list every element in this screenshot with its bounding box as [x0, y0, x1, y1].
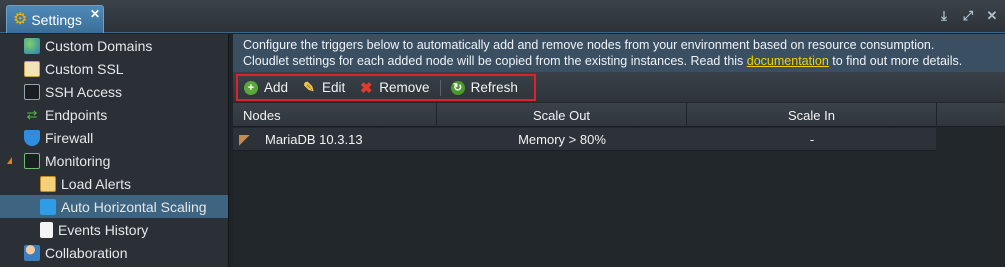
- description-line-2: Cloudlet settings for each added node wi…: [243, 53, 995, 69]
- window-controls: ⤓ ⤢ ✕: [937, 8, 999, 24]
- expand-arrow-icon[interactable]: [7, 157, 12, 164]
- remove-label: Remove: [379, 80, 430, 95]
- mail-alert-icon: [40, 175, 56, 192]
- remove-button[interactable]: ✖ Remove: [359, 79, 430, 97]
- sidebar: Custom Domains Custom SSL SSH Access ⇄ E…: [0, 34, 229, 267]
- users-icon: [24, 244, 40, 261]
- scaling-icon: [40, 198, 56, 215]
- column-header-nodes[interactable]: Nodes: [233, 103, 437, 127]
- column-header-scale-in[interactable]: Scale In: [687, 103, 937, 127]
- edit-button[interactable]: ✎ Edit: [302, 79, 346, 95]
- pencil-icon: ✎: [303, 79, 315, 95]
- sidebar-item-label: Collaboration: [45, 244, 128, 261]
- sidebar-item-label: Endpoints: [45, 106, 108, 123]
- sidebar-item-label: Custom Domains: [45, 37, 153, 54]
- sidebar-item-label: Events History: [58, 221, 149, 238]
- sidebar-item-label: Load Alerts: [61, 175, 132, 192]
- gear-icon: ⚙: [13, 10, 28, 28]
- certificate-icon: [24, 60, 40, 77]
- sidebar-item-custom-domains[interactable]: Custom Domains: [0, 34, 228, 57]
- refresh-label: Refresh: [470, 80, 518, 95]
- sidebar-item-collaboration[interactable]: Collaboration: [0, 241, 228, 264]
- sidebar-item-events-history[interactable]: Events History: [0, 218, 228, 241]
- toolbar: + Add ✎ Edit ✖ Remove ↻ Refresh: [233, 72, 1005, 102]
- sidebar-item-endpoints[interactable]: ⇄ Endpoints: [0, 103, 228, 126]
- sidebar-item-monitoring[interactable]: Monitoring: [0, 149, 228, 172]
- sidebar-item-label: Monitoring: [45, 152, 111, 169]
- toolbar-highlight: + Add ✎ Edit ✖ Remove ↻ Refresh: [236, 74, 536, 101]
- main-panel: Configure the triggers below to automati…: [233, 34, 1005, 267]
- sidebar-item-label: Auto Horizontal Scaling: [61, 198, 207, 215]
- document-icon: [40, 221, 53, 238]
- scale-in-cell: -: [809, 132, 815, 147]
- add-button[interactable]: + Add: [244, 80, 288, 95]
- sidebar-item-label: Firewall: [45, 129, 94, 146]
- column-header-scale-out[interactable]: Scale Out: [437, 103, 687, 127]
- description-text: to find out more details.: [828, 54, 963, 68]
- download-icon[interactable]: ⤓: [937, 8, 951, 24]
- remove-icon: ✖: [360, 79, 373, 97]
- plus-icon: +: [244, 80, 258, 95]
- documentation-link[interactable]: documentation: [747, 54, 829, 68]
- scale-out-cell: Memory > 80%: [518, 132, 606, 147]
- sidebar-item-label: Custom SSL: [45, 60, 124, 77]
- sidebar-item-firewall[interactable]: Firewall: [0, 126, 228, 149]
- refresh-icon: ↻: [450, 80, 465, 95]
- endpoints-icon: ⇄: [26, 106, 38, 122]
- toolbar-separator: [439, 79, 441, 96]
- sidebar-item-load-alerts[interactable]: Load Alerts: [0, 172, 228, 195]
- sidebar-item-custom-ssl[interactable]: Custom SSL: [0, 57, 228, 80]
- add-label: Add: [264, 80, 289, 95]
- refresh-button[interactable]: ↻ Refresh: [450, 80, 518, 95]
- shield-icon: [24, 129, 40, 146]
- grid-header: Nodes Scale Out Scale In: [233, 103, 1005, 127]
- tab-close-icon[interactable]: ✕: [90, 7, 100, 21]
- table-row[interactable]: ◤ MariaDB 10.3.13 Memory > 80% -: [233, 128, 936, 151]
- description-text: Cloudlet settings for each added node wi…: [243, 54, 747, 68]
- description-banner: Configure the triggers below to automati…: [233, 34, 1005, 72]
- expand-icon[interactable]: ⤢: [961, 8, 975, 24]
- node-name: MariaDB 10.3.13: [265, 132, 363, 147]
- description-line-1: Configure the triggers below to automati…: [243, 38, 935, 52]
- edit-label: Edit: [322, 80, 346, 95]
- monitor-chart-icon: [24, 152, 40, 169]
- sidebar-item-ssh-access[interactable]: SSH Access: [0, 80, 228, 103]
- tab-label: Settings: [31, 11, 82, 28]
- close-icon[interactable]: ✕: [985, 8, 999, 24]
- sidebar-item-auto-horizontal-scaling[interactable]: Auto Horizontal Scaling: [0, 195, 228, 218]
- sidebar-item-label: SSH Access: [45, 83, 123, 100]
- tab-bar: ⚙ Settings ✕ ⤓ ⤢ ✕: [0, 0, 1005, 33]
- mariadb-seal-icon: ◤: [239, 131, 250, 147]
- globe-icon: [24, 37, 40, 54]
- terminal-icon: [24, 83, 40, 100]
- tab-settings[interactable]: ⚙ Settings ✕: [6, 5, 104, 33]
- node-cell: ◤ MariaDB 10.3.13: [239, 128, 437, 151]
